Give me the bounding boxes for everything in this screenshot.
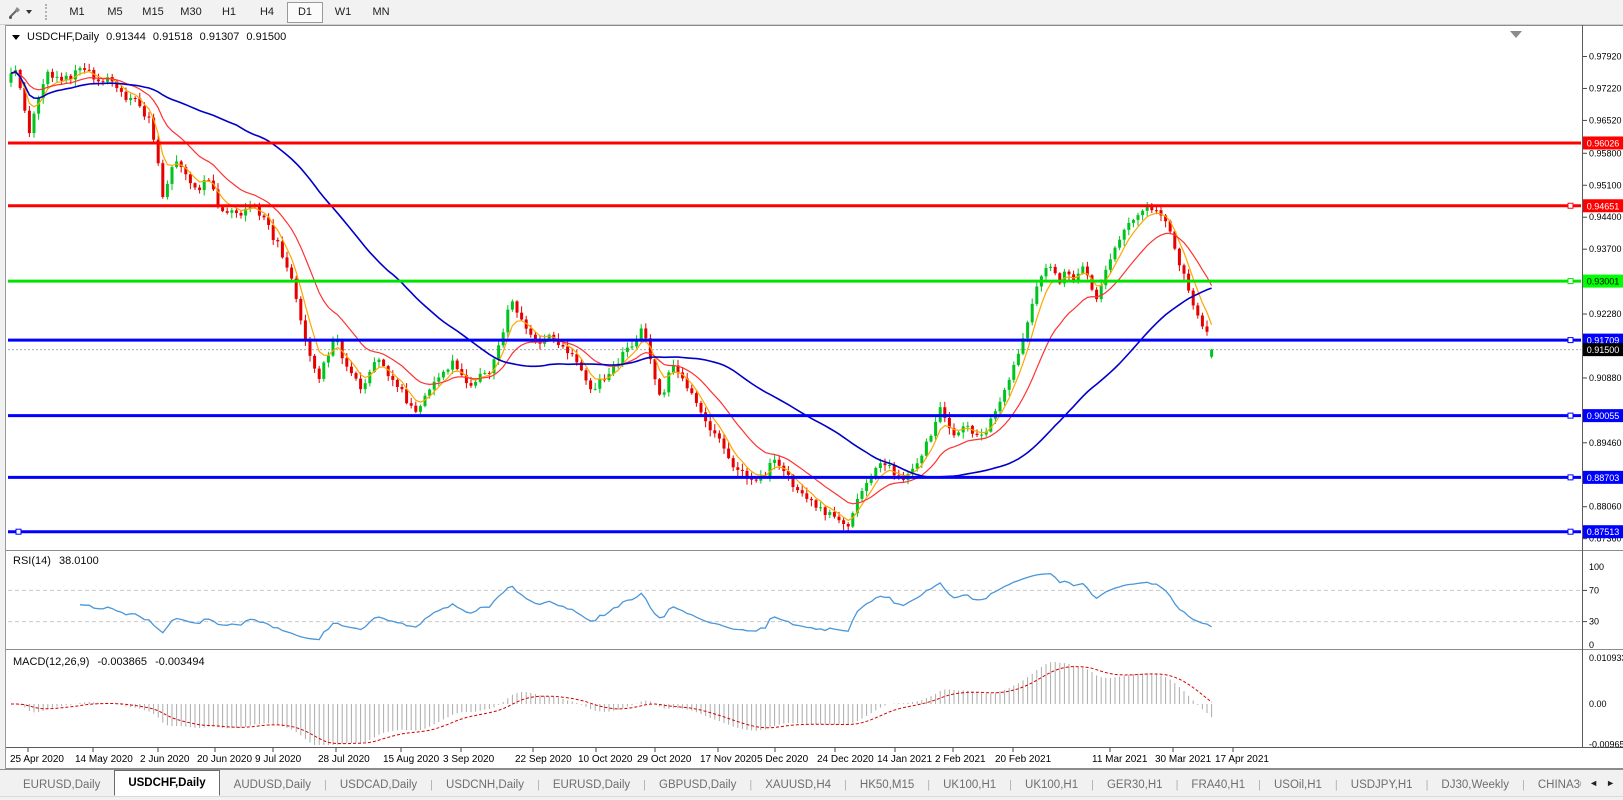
tab-usdcad-daily[interactable]: USDCAD,Daily xyxy=(327,775,430,796)
chart-shift-marker-icon[interactable] xyxy=(1510,31,1522,38)
tab-uk100-h1[interactable]: UK100,H1 xyxy=(930,775,1009,796)
chart-header: USDCHF,Daily 0.91344 0.91518 0.91307 0.9… xyxy=(12,31,286,43)
tab-gbpusd-daily[interactable]: GBPUSD,Daily xyxy=(646,775,749,796)
tab-hk50-m15[interactable]: HK50,M15 xyxy=(847,775,927,796)
macd-signal-value: -0.003494 xyxy=(155,656,205,668)
tab-usdchf-daily[interactable]: USDCHF,Daily xyxy=(114,770,219,796)
hline-handle[interactable] xyxy=(1568,529,1573,534)
tab-xauusd-h4[interactable]: XAUUSD,H4 xyxy=(752,775,844,796)
tab-usoil-h1[interactable]: USOil,H1 xyxy=(1261,775,1335,796)
hline-handle[interactable] xyxy=(16,529,21,534)
macd-name: MACD(12,26,9) xyxy=(13,656,89,668)
pane-borders xyxy=(0,25,1623,769)
tab-ger30-h1[interactable]: GER30,H1 xyxy=(1094,775,1176,796)
macd-signal-line xyxy=(11,667,1212,744)
tab-usdjpy-h1[interactable]: USDJPY,H1 xyxy=(1338,775,1426,796)
tab-scroll-left-icon[interactable]: ◄ xyxy=(1585,773,1602,794)
tab-china300-h1[interactable]: CHINA300,H1 xyxy=(1525,775,1581,796)
rsi-indicator-label: RSI(14) 38.0100 xyxy=(13,555,104,567)
tab-scroll-buttons: ◄ ► xyxy=(1581,770,1623,796)
rsi-name: RSI(14) xyxy=(13,555,51,567)
tab-usdcnh-daily[interactable]: USDCNH,Daily xyxy=(433,775,537,796)
chart-symbol-label: USDCHF,Daily xyxy=(27,31,99,43)
ohlc-close: 0.91500 xyxy=(246,31,286,43)
tab-dj30-weekly[interactable]: DJ30,Weekly xyxy=(1428,775,1522,796)
chart-tab-bar: EURUSD,DailyUSDCHF,DailyAUDUSD,Daily|USD… xyxy=(0,769,1623,796)
rsi-line xyxy=(80,574,1212,640)
ma-fast-line xyxy=(11,72,1212,521)
candles-layer xyxy=(10,63,1214,531)
ohlc-low: 0.91307 xyxy=(200,31,240,43)
price-axis[interactable] xyxy=(1583,25,1623,747)
hline-handle[interactable] xyxy=(1568,413,1573,418)
tab-eurusd-daily[interactable]: EURUSD,Daily xyxy=(540,775,643,796)
macd-pane: 0.0109330.00-0.009653 xyxy=(11,653,1623,749)
ma-medium-line xyxy=(11,73,1212,504)
hline-handle[interactable] xyxy=(1568,475,1573,480)
hline-handle[interactable] xyxy=(1568,279,1573,284)
status-strip xyxy=(0,796,1623,800)
tab-eurusd-daily[interactable]: EURUSD,Daily xyxy=(10,775,113,796)
rsi-value: 38.0100 xyxy=(59,555,99,567)
date-axis[interactable] xyxy=(7,748,1583,768)
tabs-container: EURUSD,DailyUSDCHF,DailyAUDUSD,Daily|USD… xyxy=(0,770,1581,796)
rsi-pane: 10070300 xyxy=(8,562,1604,650)
chart-canvas[interactable]: 0.979200.972200.965200.958000.951000.944… xyxy=(0,0,1623,800)
tab-uk100-h1[interactable]: UK100,H1 xyxy=(1012,775,1091,796)
mt4-terminal: { "toolbar": { "timeframes": ["M1","M5",… xyxy=(0,0,1623,800)
ohlc-open: 0.91344 xyxy=(106,31,146,43)
hline-handle[interactable] xyxy=(1568,338,1573,343)
collapse-triangle-icon[interactable] xyxy=(12,35,20,40)
macd-indicator-label: MACD(12,26,9) -0.003865 -0.003494 xyxy=(13,656,210,668)
ohlc-high: 0.91518 xyxy=(153,31,193,43)
tab-audusd-daily[interactable]: AUDUSD,Daily xyxy=(221,775,324,796)
tab-scroll-right-icon[interactable]: ► xyxy=(1602,773,1619,794)
hline-handle[interactable] xyxy=(1568,203,1573,208)
window-frame-left xyxy=(0,25,6,769)
tab-fra40-h1[interactable]: FRA40,H1 xyxy=(1178,775,1258,796)
macd-main-value: -0.003865 xyxy=(97,656,147,668)
